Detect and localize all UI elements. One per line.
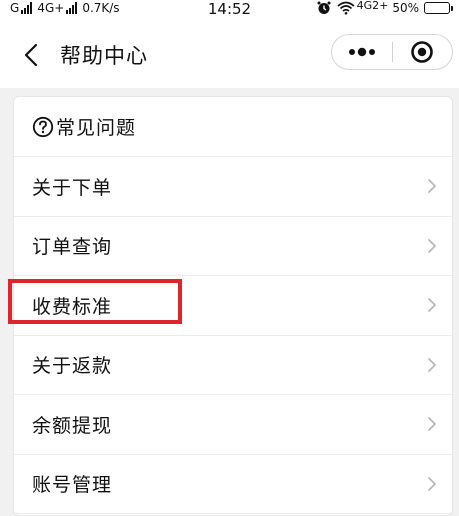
- back-button[interactable]: [14, 38, 48, 72]
- faq-item-label: 关于下单: [32, 176, 113, 199]
- faq-header: 常见问题: [14, 97, 452, 157]
- faq-item-withdraw[interactable]: 余额提现: [14, 395, 452, 455]
- battery-percent: 50%: [392, 1, 419, 15]
- question-circle-icon: [32, 116, 54, 137]
- net-type-label: 4G2+: [356, 0, 389, 12]
- wifi-icon: [337, 1, 355, 15]
- more-button[interactable]: [332, 35, 392, 69]
- page-title: 帮助中心: [60, 44, 148, 68]
- network-label: 4G+: [37, 1, 65, 15]
- chevron-right-icon: [428, 298, 436, 313]
- faq-item-account[interactable]: 账号管理: [14, 455, 452, 514]
- faq-item-label: 余额提现: [32, 414, 113, 437]
- signal-icon: [21, 2, 33, 14]
- faq-item-label: 订单查询: [32, 236, 113, 259]
- faq-item-order-query[interactable]: 订单查询: [14, 217, 452, 276]
- signal-icon: [66, 2, 78, 14]
- highlight-box: [8, 279, 182, 324]
- chevron-left-icon: [24, 43, 38, 67]
- faq-title: 常见问题: [56, 117, 137, 139]
- battery-icon: [424, 2, 453, 14]
- close-button[interactable]: [392, 35, 452, 69]
- faq-item-label: 账号管理: [32, 474, 113, 497]
- status-right: 4G2+ 50%: [317, 0, 453, 15]
- nav-bar: 帮助中心: [0, 20, 459, 88]
- status-bar: G 4G+ 0.7K/s 14:52 4G2+ 50%: [0, 0, 459, 20]
- status-left: G 4G+ 0.7K/s: [10, 1, 120, 15]
- mini-program-capsule: [331, 34, 453, 70]
- alarm-icon: [317, 1, 331, 14]
- speed-label: 0.7K/s: [82, 1, 120, 15]
- target-close-icon: [411, 41, 434, 63]
- chevron-right-icon: [428, 476, 436, 491]
- carrier-label: G: [10, 1, 20, 15]
- faq-item-refund[interactable]: 关于返款: [14, 336, 452, 395]
- chevron-right-icon: [428, 357, 436, 372]
- chevron-right-icon: [428, 417, 436, 432]
- chevron-right-icon: [428, 179, 436, 194]
- chevron-right-icon: [428, 238, 436, 253]
- faq-item-order[interactable]: 关于下单: [14, 157, 452, 217]
- more-dots-icon: [348, 47, 375, 57]
- faq-item-label: 关于返款: [32, 355, 113, 378]
